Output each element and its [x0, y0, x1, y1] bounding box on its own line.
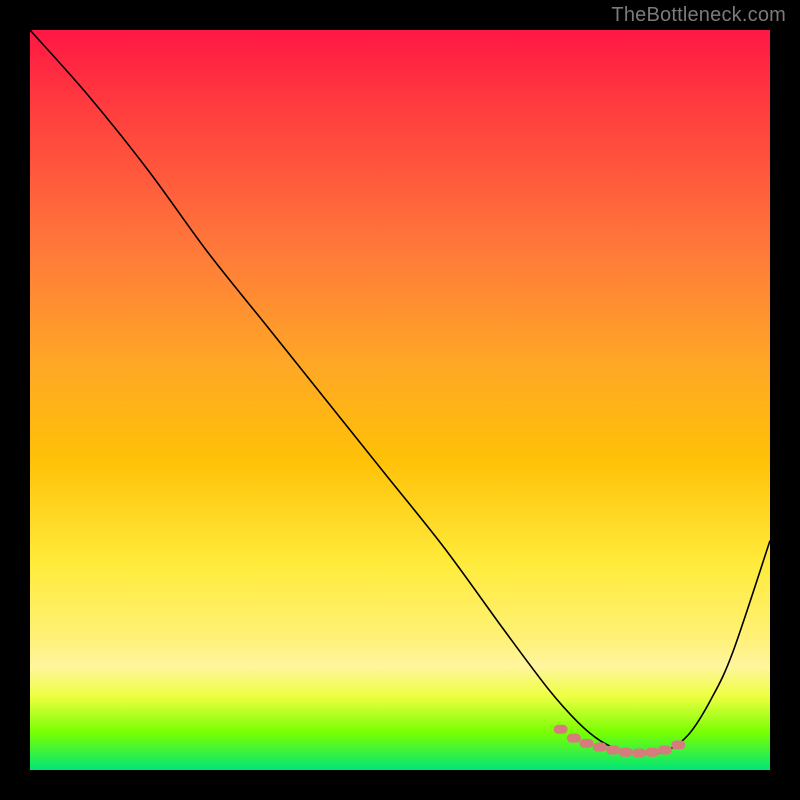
marker-dot — [554, 725, 568, 734]
marker-dot — [671, 740, 685, 749]
attribution-text: TheBottleneck.com — [611, 4, 786, 27]
marker-cluster — [554, 725, 686, 758]
marker-dot — [567, 734, 581, 743]
marker-dot — [579, 739, 593, 748]
plot-area — [30, 30, 770, 770]
marker-dot — [619, 748, 633, 757]
marker-dot — [632, 748, 646, 757]
marker-dot — [606, 746, 620, 755]
main-curve — [30, 30, 770, 754]
marker-dot — [645, 748, 659, 757]
marker-dot — [593, 743, 607, 752]
marker-dot — [658, 746, 672, 755]
chart-svg — [30, 30, 770, 770]
